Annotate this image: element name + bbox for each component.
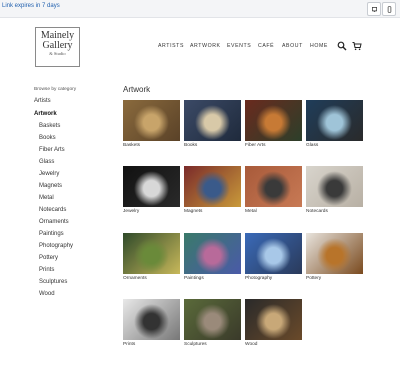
artwork-tile-magnets[interactable]: Magnets — [184, 166, 241, 214]
artwork-tile-books[interactable]: Books — [184, 100, 241, 148]
cart-icon[interactable] — [352, 41, 362, 51]
sidebar-item-sculptures[interactable]: Sculptures — [39, 279, 67, 285]
artwork-caption[interactable]: Books — [184, 143, 241, 148]
artwork-tile-jewelry[interactable]: Jewelry — [123, 166, 180, 214]
sidebar-item-magnets[interactable]: Magnets — [39, 183, 62, 189]
artwork-tile-metal[interactable]: Metal — [245, 166, 302, 214]
browse-label: Browse by category — [34, 87, 77, 92]
page-title: Artwork — [123, 85, 151, 94]
artwork-caption[interactable]: Magnets — [184, 209, 241, 214]
prints-thumbnail[interactable] — [123, 299, 180, 340]
sidebar-item-ornaments[interactable]: Ornaments — [39, 219, 69, 225]
share-bar: Link expires in 7 days — [0, 0, 400, 18]
sidebar-item-books[interactable]: Books — [39, 135, 56, 141]
logo-line3: & Studio — [49, 51, 66, 56]
baskets-thumbnail[interactable] — [123, 100, 180, 141]
sidebar-item-prints[interactable]: Prints — [39, 267, 54, 273]
artwork-caption[interactable]: Wood — [245, 342, 302, 347]
artwork-tile-paintings[interactable]: Paintings — [184, 233, 241, 281]
artwork-tile-photography[interactable]: Photography — [245, 233, 302, 281]
photography-thumbnail[interactable] — [245, 233, 302, 274]
sculptures-thumbnail[interactable] — [184, 299, 241, 340]
fiber-arts-thumbnail[interactable] — [245, 100, 302, 141]
artwork-caption[interactable]: Sculptures — [184, 342, 241, 347]
artwork-tile-baskets[interactable]: Baskets — [123, 100, 180, 148]
nav-cafe[interactable]: CAFÉ — [258, 43, 274, 49]
artwork-caption[interactable]: Glass — [306, 143, 363, 148]
artwork-tile-sculptures[interactable]: Sculptures — [184, 299, 241, 347]
artwork-tile-prints[interactable]: Prints — [123, 299, 180, 347]
desktop-view-button[interactable] — [367, 2, 381, 16]
metal-thumbnail[interactable] — [245, 166, 302, 207]
sidebar-link-artists[interactable]: Artists — [34, 98, 51, 104]
sidebar-item-baskets[interactable]: Baskets — [39, 123, 60, 129]
artwork-caption[interactable]: Jewelry — [123, 209, 180, 214]
artwork-caption[interactable]: Paintings — [184, 276, 241, 281]
artwork-tile-fiber-arts[interactable]: Fiber Arts — [245, 100, 302, 148]
sidebar-item-photography[interactable]: Photography — [39, 243, 73, 249]
artwork-caption[interactable]: Pottery — [306, 276, 363, 281]
artwork-tile-pottery[interactable]: Pottery — [306, 233, 363, 281]
artwork-caption[interactable]: Baskets — [123, 143, 180, 148]
magnets-thumbnail[interactable] — [184, 166, 241, 207]
sidebar-item-metal[interactable]: Metal — [39, 195, 54, 201]
sidebar-item-pottery[interactable]: Pottery — [39, 255, 58, 261]
glass-thumbnail[interactable] — [306, 100, 363, 141]
artwork-tile-notecards[interactable]: Notecards — [306, 166, 363, 214]
sidebar-item-jewelry[interactable]: Jewelry — [39, 171, 59, 177]
link-expiry-text: Link expires in 7 days — [2, 3, 60, 9]
artwork-caption[interactable]: Prints — [123, 342, 180, 347]
artwork-caption[interactable]: Fiber Arts — [245, 143, 302, 148]
artwork-tile-glass[interactable]: Glass — [306, 100, 363, 148]
sidebar-link-artwork[interactable]: Artwork — [34, 111, 57, 117]
artwork-caption[interactable]: Notecards — [306, 209, 363, 214]
nav-artists[interactable]: ARTISTS — [158, 43, 184, 49]
pottery-thumbnail[interactable] — [306, 233, 363, 274]
nav-home[interactable]: HOME — [310, 43, 328, 49]
nav-events[interactable]: EVENTS — [227, 43, 251, 49]
ornaments-thumbnail[interactable] — [123, 233, 180, 274]
sidebar-item-wood[interactable]: Wood — [39, 291, 55, 297]
books-thumbnail[interactable] — [184, 100, 241, 141]
artwork-tile-ornaments[interactable]: Ornaments — [123, 233, 180, 281]
paintings-thumbnail[interactable] — [184, 233, 241, 274]
jewelry-thumbnail[interactable] — [123, 166, 180, 207]
monitor-icon — [371, 6, 377, 12]
sidebar-item-notecards[interactable]: Notecards — [39, 207, 66, 213]
sidebar-item-paintings[interactable]: Paintings — [39, 231, 64, 237]
sidebar-item-glass[interactable]: Glass — [39, 159, 54, 165]
nav-about[interactable]: ABOUT — [282, 43, 303, 49]
artwork-tile-wood[interactable]: Wood — [245, 299, 302, 347]
sidebar-item-fiber-arts[interactable]: Fiber Arts — [39, 147, 65, 153]
phone-icon — [387, 5, 391, 13]
artwork-caption[interactable]: Photography — [245, 276, 302, 281]
nav-artwork[interactable]: ARTWORK — [190, 43, 221, 49]
search-icon[interactable] — [337, 41, 347, 51]
notecards-thumbnail[interactable] — [306, 166, 363, 207]
wood-thumbnail[interactable] — [245, 299, 302, 340]
mobile-view-button[interactable] — [382, 2, 396, 16]
artwork-caption[interactable]: Metal — [245, 209, 302, 214]
artwork-caption[interactable]: Ornaments — [123, 276, 180, 281]
